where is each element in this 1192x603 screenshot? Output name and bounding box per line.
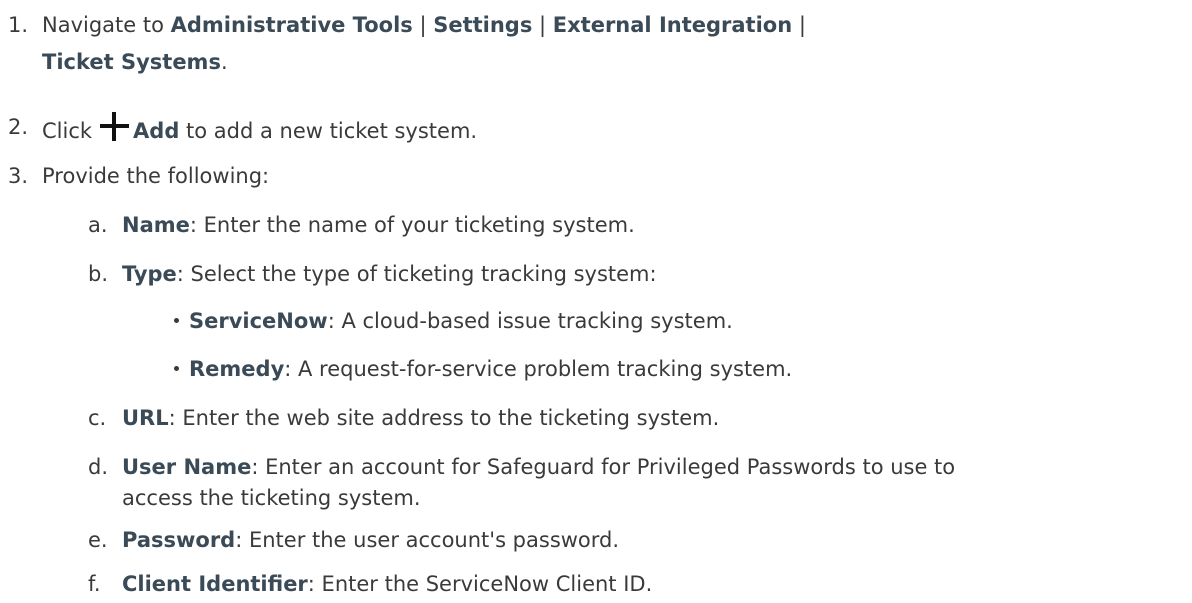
list-item: Type: Select the type of ticketing track… — [122, 259, 657, 289]
step-3-text: Provide the following: — [42, 164, 270, 188]
nav-path-ticket-systems: Ticket Systems — [42, 50, 221, 74]
item-a-letter: a. — [88, 213, 108, 237]
list-item: URL: Enter the web site address to the t… — [122, 403, 719, 433]
field-description: : Select the type of ticketing tracking … — [176, 262, 657, 286]
item-b-letter: b. — [88, 262, 109, 286]
nav-separator: | — [532, 13, 553, 37]
add-action-label: Add — [133, 119, 180, 143]
field-term-password: Password — [122, 528, 236, 552]
field-term-user-name: User Name — [122, 455, 252, 479]
type-description: : A cloud-based issue tracking system. — [327, 309, 733, 333]
field-description: : Enter the ServiceNow Client ID. — [307, 572, 653, 596]
field-description: : Enter the name of your ticketing syste… — [189, 213, 635, 237]
field-term-url: URL — [122, 406, 169, 430]
item-f-letter: f. — [88, 572, 101, 596]
field-term-type: Type — [122, 262, 177, 286]
step-2-line: Click Add to add a new ticket system. — [42, 112, 477, 146]
field-description: : Enter an account for Safeguard for Pri… — [251, 455, 956, 479]
nav-path-administrative-tools: Administrative Tools — [170, 13, 413, 37]
item-c-letter: c. — [88, 406, 107, 430]
type-option-servicenow: ServiceNow: A cloud-based issue tracking… — [189, 306, 733, 336]
bullet-icon — [174, 318, 179, 323]
field-term-name: Name — [122, 213, 190, 237]
field-description: : Enter the user account's password. — [235, 528, 620, 552]
field-description-continued: access the ticketing system. — [122, 486, 421, 510]
step-1-number: 1. — [8, 13, 29, 37]
field-term-client-identifier: Client Identifier — [122, 572, 308, 596]
nav-path-settings: Settings — [433, 13, 533, 37]
nav-separator: | — [412, 13, 434, 37]
field-description: : Enter the web site address to the tick… — [168, 406, 720, 430]
step-3-number: 3. — [8, 164, 29, 188]
step-1-line-1: Navigate to Administrative Tools | Setti… — [42, 10, 806, 40]
list-item: Name: Enter the name of your ticketing s… — [122, 210, 635, 240]
step-2-number: 2. — [8, 115, 29, 139]
item-e-letter: e. — [88, 528, 108, 552]
step-2-prefix: Click — [42, 119, 93, 143]
nav-separator: | — [792, 13, 806, 37]
step-2-suffix: to add a new ticket system. — [179, 119, 478, 143]
list-item: Client Identifier: Enter the ServiceNow … — [122, 569, 652, 599]
step-1-prefix: Navigate to — [42, 13, 171, 37]
bullet-icon — [174, 366, 179, 371]
list-item: Password: Enter the user account's passw… — [122, 525, 619, 555]
step-1-line-2: Ticket Systems. — [42, 47, 228, 77]
nav-path-external-integration: External Integration — [552, 13, 793, 37]
step-1-suffix: . — [220, 50, 228, 74]
type-option-remedy: Remedy: A request-for-service problem tr… — [189, 354, 792, 384]
type-description: : A request-for-service problem tracking… — [284, 357, 793, 381]
item-d-letter: d. — [88, 455, 109, 479]
plus-icon — [100, 112, 130, 141]
type-term-remedy: Remedy — [189, 357, 285, 381]
type-term-servicenow: ServiceNow — [189, 309, 328, 333]
list-item: User Name: Enter an account for Safeguar… — [122, 452, 955, 482]
